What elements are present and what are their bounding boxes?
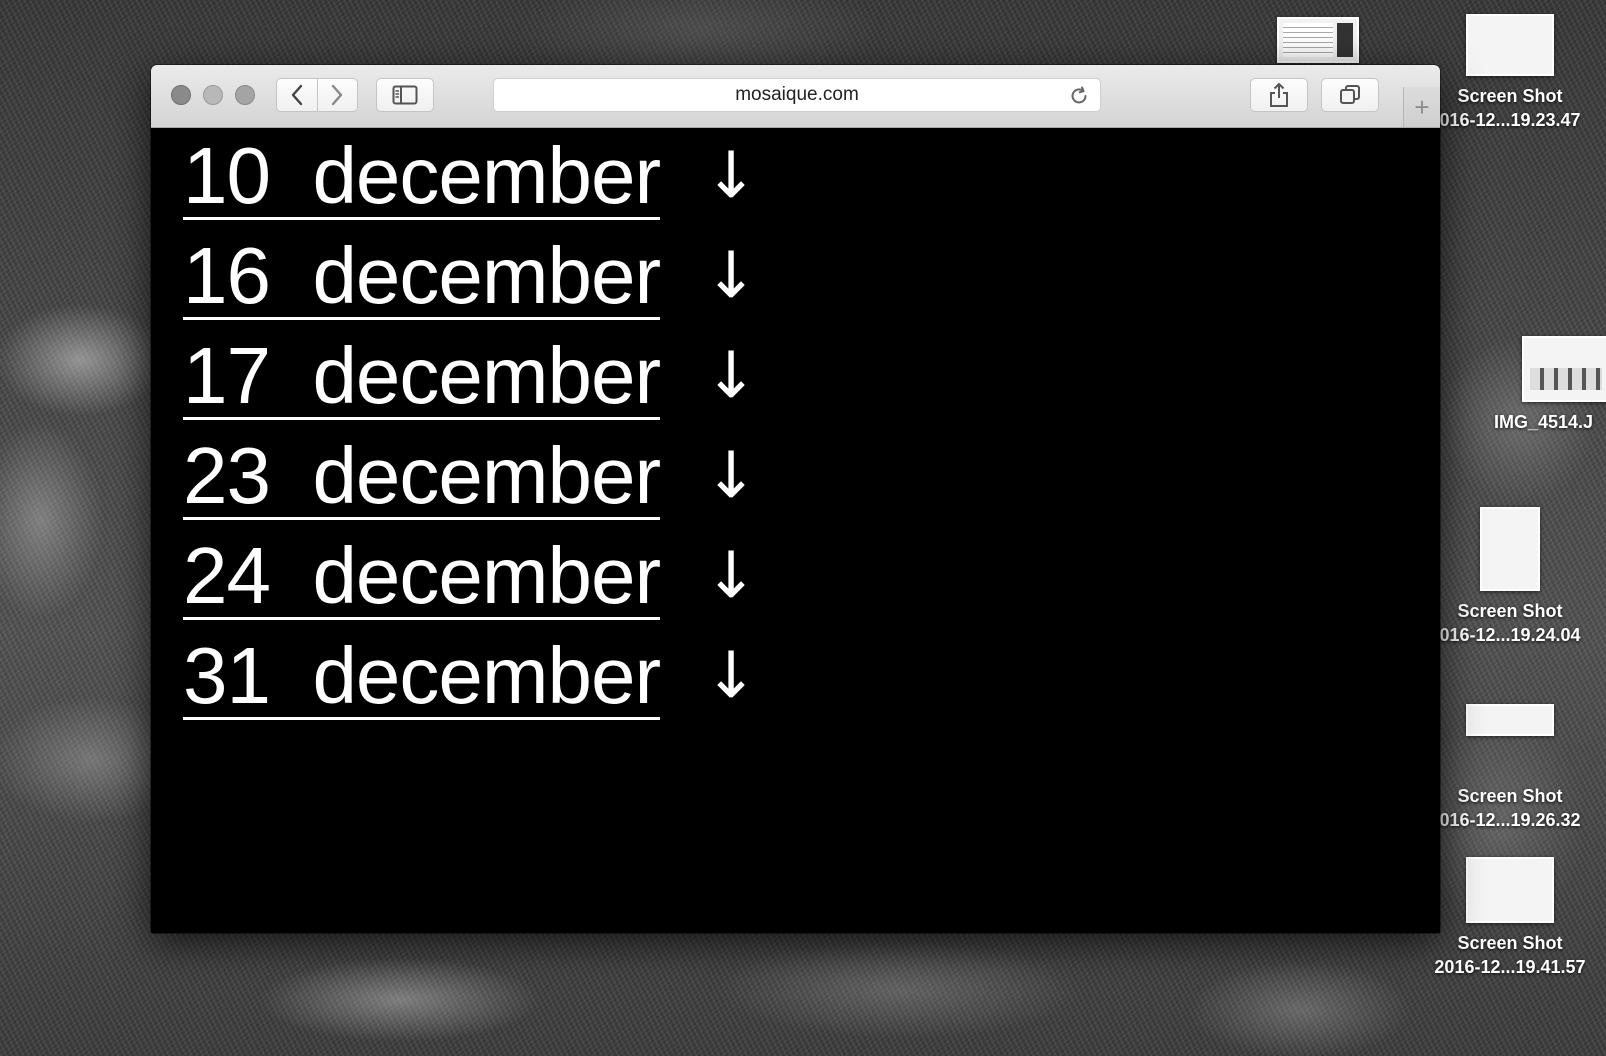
sidebar-icon bbox=[392, 85, 418, 105]
down-arrow-icon[interactable]: ↓ bbox=[704, 430, 758, 522]
forward-button[interactable] bbox=[316, 79, 358, 111]
date-month: december bbox=[312, 231, 661, 320]
down-arrow-icon[interactable]: ↓ bbox=[704, 630, 758, 722]
down-arrow-icon[interactable]: ↓ bbox=[704, 130, 758, 222]
reload-icon[interactable] bbox=[1068, 85, 1090, 107]
list-item: 17 december ↓ bbox=[183, 328, 758, 428]
date-month: december bbox=[312, 431, 661, 520]
history-navigation bbox=[276, 78, 358, 112]
plus-icon: + bbox=[1414, 91, 1430, 122]
show-tabs-button[interactable] bbox=[1321, 78, 1379, 112]
page-content: 10 december ↓ 16 december ↓ 17 december … bbox=[151, 128, 1440, 933]
date-day: 10 bbox=[183, 131, 271, 220]
screenshot-thumbnail-icon bbox=[1466, 704, 1554, 736]
desktop-icon-label: Screen Shot bbox=[1457, 933, 1563, 953]
down-arrow-icon[interactable]: ↓ bbox=[704, 330, 758, 422]
desktop-icon-label: 016-12...19.24.04 bbox=[1439, 625, 1581, 645]
date-day: 16 bbox=[183, 231, 271, 320]
desktop-icon-label: 2016-12...19.41.57 bbox=[1434, 957, 1586, 977]
screenshot-thumbnail-icon bbox=[1466, 14, 1554, 76]
desktop-icon-label: 016-12...19.26.32 bbox=[1439, 810, 1581, 830]
date-month: december bbox=[312, 331, 661, 420]
date-link[interactable]: 23 december bbox=[183, 428, 661, 520]
desktop-icon-screenshot-1[interactable]: Screen Shot 016-12...19.23.47 bbox=[1430, 14, 1590, 132]
date-day: 31 bbox=[183, 631, 271, 720]
list-item: 10 december ↓ bbox=[183, 128, 758, 228]
desktop-icon-label: 016-12...19.23.47 bbox=[1439, 110, 1581, 130]
down-arrow-icon[interactable]: ↓ bbox=[704, 530, 758, 622]
minimize-window-button[interactable] bbox=[203, 85, 223, 105]
share-icon bbox=[1270, 83, 1288, 107]
chevron-right-icon bbox=[332, 84, 343, 106]
desktop-icon-label: Screen Shot bbox=[1457, 86, 1563, 106]
browser-toolbar: mosaique.com + bbox=[151, 65, 1440, 128]
date-list: 10 december ↓ 16 december ↓ 17 december … bbox=[183, 128, 758, 728]
chevron-left-icon bbox=[291, 84, 302, 106]
date-link[interactable]: 16 december bbox=[183, 228, 661, 320]
close-window-button[interactable] bbox=[171, 85, 191, 105]
browser-window: mosaique.com + 10 december ↓ 16 december… bbox=[151, 65, 1440, 933]
desktop-icon-screenshot-3[interactable]: Screen Shot 016-12...19.26.32 bbox=[1430, 704, 1590, 832]
date-link[interactable]: 31 december bbox=[183, 628, 661, 720]
desktop-icon-label: Screen Shot bbox=[1457, 786, 1563, 806]
date-link[interactable]: 17 december bbox=[183, 328, 661, 420]
list-item: 23 december ↓ bbox=[183, 428, 758, 528]
desktop-icon-label: Screen Shot bbox=[1457, 601, 1563, 621]
sidebar-toggle-button[interactable] bbox=[376, 78, 434, 112]
date-month: december bbox=[312, 631, 661, 720]
share-button[interactable] bbox=[1250, 78, 1308, 112]
new-tab-button[interactable]: + bbox=[1403, 87, 1440, 127]
photo-thumbnail-icon bbox=[1522, 336, 1606, 402]
desktop-icon-screenshot-4[interactable]: Screen Shot 2016-12...19.41.57 bbox=[1430, 857, 1590, 979]
date-day: 24 bbox=[183, 531, 271, 620]
list-item: 24 december ↓ bbox=[183, 528, 758, 628]
desktop-icon-screenshot-2[interactable]: Screen Shot 016-12...19.24.04 bbox=[1430, 507, 1590, 647]
down-arrow-icon[interactable]: ↓ bbox=[704, 230, 758, 322]
date-day: 17 bbox=[183, 331, 271, 420]
desktop-icon-image[interactable]: IMG_4514.J bbox=[1480, 336, 1606, 434]
date-link[interactable]: 10 december bbox=[183, 128, 661, 220]
list-item: 31 december ↓ bbox=[183, 628, 758, 728]
list-item: 16 december ↓ bbox=[183, 228, 758, 328]
tabs-overview-icon bbox=[1340, 85, 1360, 104]
desktop-file-thumbnail[interactable] bbox=[1277, 17, 1359, 63]
date-day: 23 bbox=[183, 431, 271, 520]
date-month: december bbox=[312, 531, 661, 620]
address-bar[interactable]: mosaique.com bbox=[493, 78, 1101, 112]
screenshot-thumbnail-icon bbox=[1466, 857, 1554, 923]
date-link[interactable]: 24 december bbox=[183, 528, 661, 620]
zoom-window-button[interactable] bbox=[235, 85, 255, 105]
url-text: mosaique.com bbox=[735, 84, 859, 105]
desktop-icon-label: IMG_4514.J bbox=[1494, 412, 1594, 432]
back-button[interactable] bbox=[277, 79, 317, 111]
screenshot-thumbnail-icon bbox=[1480, 507, 1540, 591]
date-month: december bbox=[312, 131, 661, 220]
